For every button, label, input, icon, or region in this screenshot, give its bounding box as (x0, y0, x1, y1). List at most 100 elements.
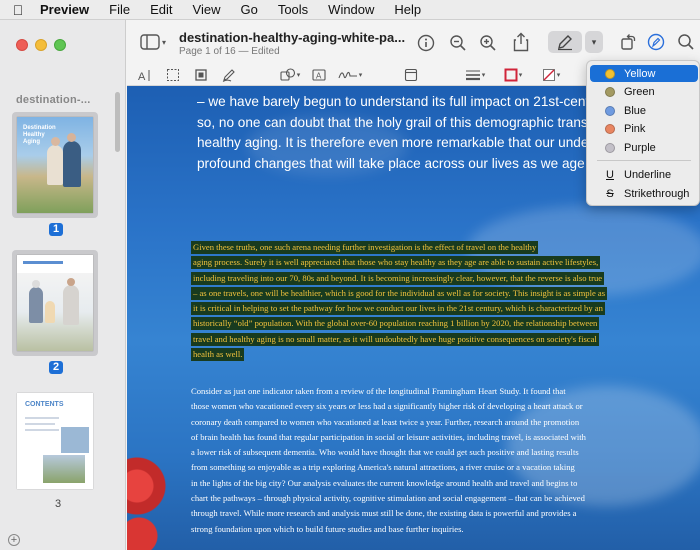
menu-bar:  Preview File Edit View Go Tools Window… (0, 0, 700, 20)
chevron-down-icon: ▾ (358, 72, 363, 79)
menu-tools[interactable]: Tools (268, 0, 318, 20)
highlight-style-dropdown[interactable]: ▾ (585, 31, 603, 53)
text-box-icon: A (312, 69, 326, 81)
text-line: through travel. While more research and … (191, 508, 577, 519)
document-title[interactable]: destination-healthy-aging-white-pa... (179, 30, 405, 45)
text-box-button[interactable]: A (311, 67, 327, 83)
menu-item-green[interactable]: Green (590, 83, 698, 100)
menu-view[interactable]: View (183, 0, 231, 20)
border-color-icon (504, 68, 518, 82)
rotate-button[interactable] (617, 31, 639, 53)
chevron-down-icon: ▾ (518, 72, 523, 79)
apple-menu-icon[interactable]:  (0, 2, 36, 18)
menu-help[interactable]: Help (384, 0, 431, 20)
add-page-icon[interactable]: + (8, 534, 20, 546)
instant-alpha-button[interactable] (193, 67, 209, 83)
menu-go[interactable]: Go (230, 0, 267, 20)
menu-item-purple[interactable]: Purple (590, 139, 698, 156)
pink-swatch-icon (605, 123, 615, 134)
highlighted-text-line: aging process. Surely it is well appreci… (191, 256, 601, 270)
share-icon (513, 32, 529, 52)
highlighted-text-line: health as well. (191, 348, 245, 362)
menu-app[interactable]: Preview (36, 0, 99, 20)
text-line: strong foundation upon which to build fu… (191, 523, 464, 534)
shapes-icon (280, 68, 295, 81)
fill-color-button[interactable]: ▾ (537, 67, 565, 83)
thumbnail-page-3[interactable]: CONTENTS (12, 388, 98, 494)
search-button[interactable] (675, 31, 697, 53)
text-line: a lower risk of subsequent dementia. Who… (191, 447, 579, 458)
menu-item-blue[interactable]: Blue (590, 102, 698, 119)
info-button[interactable] (415, 32, 437, 54)
dashed-rectangle-icon (167, 69, 179, 81)
menu-item-pink[interactable]: Pink (590, 120, 698, 137)
shapes-button[interactable]: ▾ (277, 67, 303, 83)
zoom-in-button[interactable] (477, 32, 499, 54)
rectangular-selection-button[interactable] (165, 67, 181, 83)
highlighted-paragraph[interactable]: Given these truths, one such arena needi… (191, 240, 631, 362)
text-line: Consider as just one indicator taken fro… (191, 386, 566, 396)
text-line: chart the pathways – through physical ac… (191, 493, 585, 504)
zoom-out-button[interactable] (447, 32, 469, 54)
window-controls (16, 39, 66, 51)
yellow-swatch-icon (605, 68, 615, 79)
menu-item-label: Underline (624, 168, 672, 181)
zoom-in-icon (480, 35, 496, 51)
thumbnail-sidebar: destination-... Destination Healthy Agin… (0, 20, 126, 550)
page-number-3: 3 (55, 498, 62, 510)
page-1-preview: Destination Healthy Aging (17, 117, 93, 213)
green-swatch-icon (605, 86, 615, 97)
menu-edit[interactable]: Edit (140, 0, 182, 20)
thumbnail-page-1[interactable]: Destination Healthy Aging (12, 112, 98, 218)
note-button[interactable] (403, 67, 419, 83)
menu-separator (597, 160, 691, 161)
svg-text:A: A (138, 71, 146, 82)
zoom-window-button[interactable] (54, 39, 66, 51)
page-3-caption: CONTENTS (25, 401, 64, 408)
highlighted-text-line: Given these truths, one such arena needi… (191, 241, 539, 254)
info-icon (417, 34, 435, 52)
menu-item-label: Purple (624, 141, 656, 154)
note-icon (404, 68, 418, 82)
document-status: Page 1 of 16 — Edited (179, 46, 280, 57)
highlight-style-menu: Yellow Green Blue Pink Purple U Underlin… (586, 60, 700, 206)
zoom-out-icon (450, 35, 466, 51)
highlighted-text-line: – as one travels, one will be healthier,… (191, 286, 608, 300)
menu-item-label: Yellow (624, 67, 656, 80)
menu-item-label: Blue (624, 104, 647, 117)
menu-item-label: Pink (624, 122, 646, 135)
signature-button[interactable]: ▾ (335, 67, 365, 83)
chevron-down-icon: ▾ (556, 72, 561, 79)
sidebar-toggle-button[interactable]: ▾ (139, 32, 167, 52)
sketch-button[interactable] (221, 67, 237, 83)
menu-item-strikethrough[interactable]: S Strikethrough (590, 185, 698, 202)
text-selection-button[interactable]: A (137, 67, 153, 83)
highlighted-text-line: including traveling into our 70, 80s and… (191, 271, 605, 285)
sidebar-scrollbar[interactable] (115, 92, 120, 152)
close-window-button[interactable] (16, 39, 28, 51)
body-paragraph[interactable]: Consider as just one indicator taken fro… (191, 384, 631, 537)
markup-button[interactable] (645, 31, 667, 53)
sketch-pen-icon (222, 69, 235, 82)
menu-item-underline[interactable]: U Underline (590, 166, 698, 183)
thumbnail-page-2[interactable] (12, 250, 98, 356)
fill-color-icon (542, 69, 555, 81)
highlight-button[interactable] (548, 31, 582, 53)
menu-item-yellow[interactable]: Yellow (590, 65, 698, 82)
markup-pen-icon (647, 33, 665, 51)
menu-window[interactable]: Window (318, 0, 384, 20)
menu-item-label: Green (624, 85, 655, 98)
purple-swatch-icon (605, 142, 615, 153)
page-number-2: 2 (49, 361, 64, 374)
menu-file[interactable]: File (99, 0, 140, 20)
share-button[interactable] (510, 31, 532, 53)
minimize-window-button[interactable] (35, 39, 47, 51)
highlighted-text-line: historically “old” population. With the … (191, 317, 600, 331)
line-style-button[interactable]: ▾ (461, 67, 489, 83)
text-line: those women who vacationed every six yea… (191, 401, 583, 412)
page-2-preview (17, 255, 93, 351)
signature-icon (338, 71, 357, 79)
border-color-button[interactable]: ▾ (499, 67, 527, 83)
page-number-1: 1 (49, 223, 64, 236)
text-line: from something so enjoyable as a trip ex… (191, 462, 575, 473)
